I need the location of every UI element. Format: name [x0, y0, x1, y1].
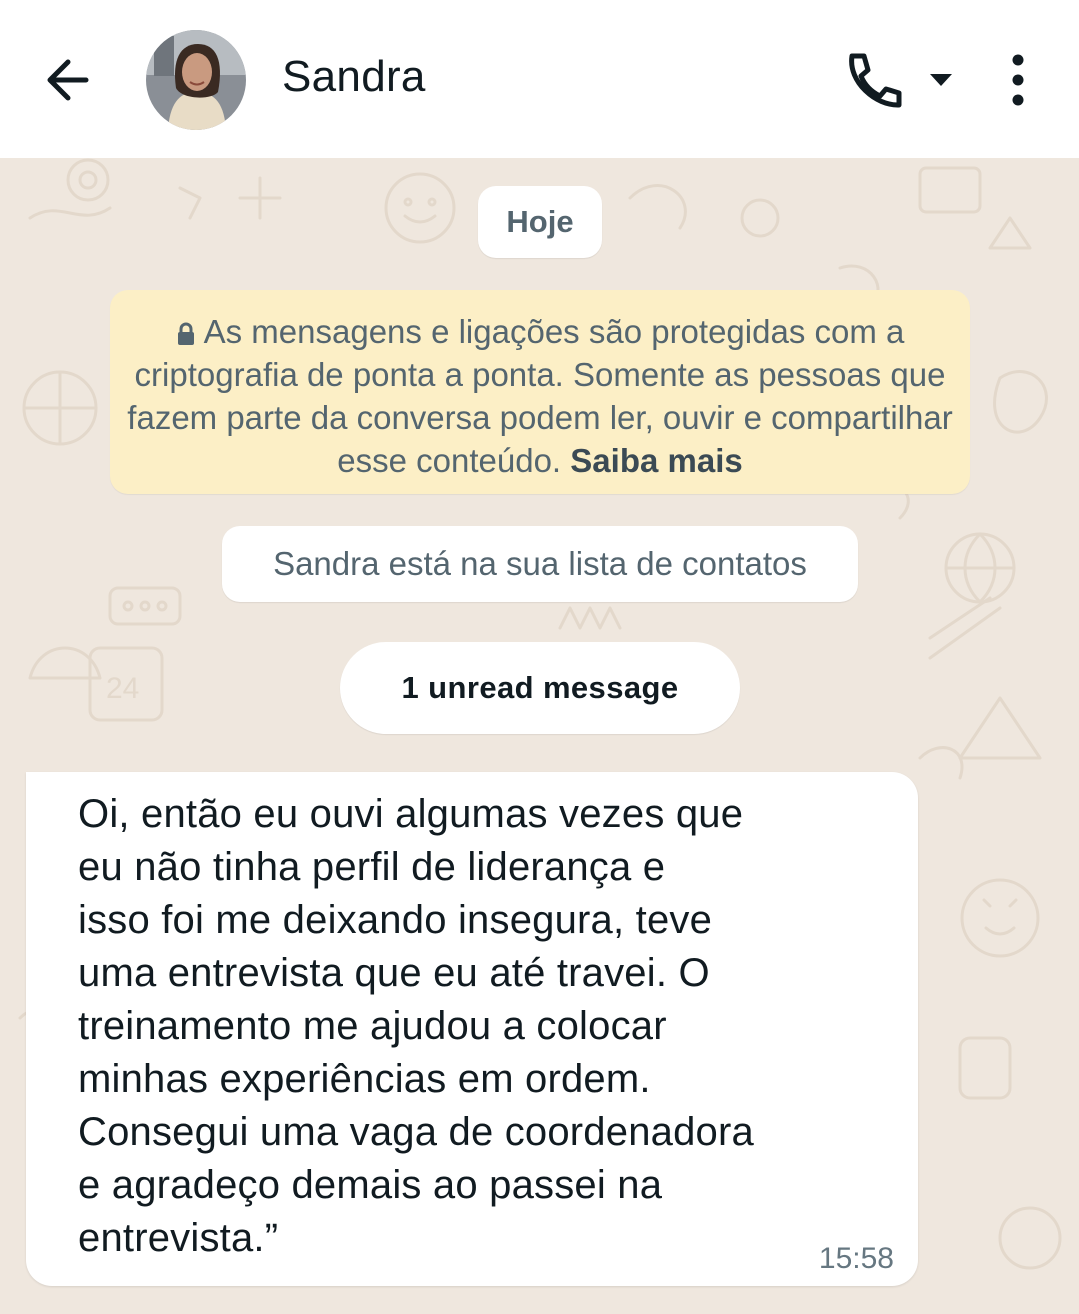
avatar[interactable]: [146, 30, 246, 130]
learn-more-link[interactable]: Saiba mais: [570, 442, 742, 479]
voice-call-button[interactable]: [836, 46, 908, 114]
message-timestamp: 15:58: [818, 1242, 894, 1275]
chat-area[interactable]: 24 Hoje As mensagens e ligações são prot…: [0, 158, 1079, 1314]
call-options-dropdown[interactable]: [922, 66, 960, 94]
more-options-button[interactable]: [996, 50, 1040, 112]
phone-icon: [849, 53, 902, 108]
incoming-message-bubble[interactable]: Oi, então eu ouvi algumas vezes que eu n…: [26, 772, 918, 1286]
date-divider: Hoje: [478, 186, 602, 258]
message-text: Oi, então eu ouvi algumas vezes que eu n…: [78, 792, 754, 1260]
vertical-dots-icon: [1012, 54, 1024, 106]
encryption-notice-text: As mensagens e ligações são protegidas c…: [127, 313, 953, 479]
caret-down-icon: [930, 74, 952, 86]
contact-status-notice: Sandra está na sua lista de contatos: [222, 526, 858, 602]
chat-header: Sandra: [0, 0, 1079, 158]
contact-name[interactable]: Sandra: [282, 52, 426, 102]
lock-icon: [177, 322, 194, 346]
back-button[interactable]: [36, 50, 98, 110]
svg-text:24: 24: [106, 672, 139, 705]
encryption-notice[interactable]: As mensagens e ligações são protegidas c…: [110, 290, 970, 494]
unread-messages-divider: 1 unread message: [340, 642, 740, 734]
arrow-left-icon: [47, 59, 89, 101]
